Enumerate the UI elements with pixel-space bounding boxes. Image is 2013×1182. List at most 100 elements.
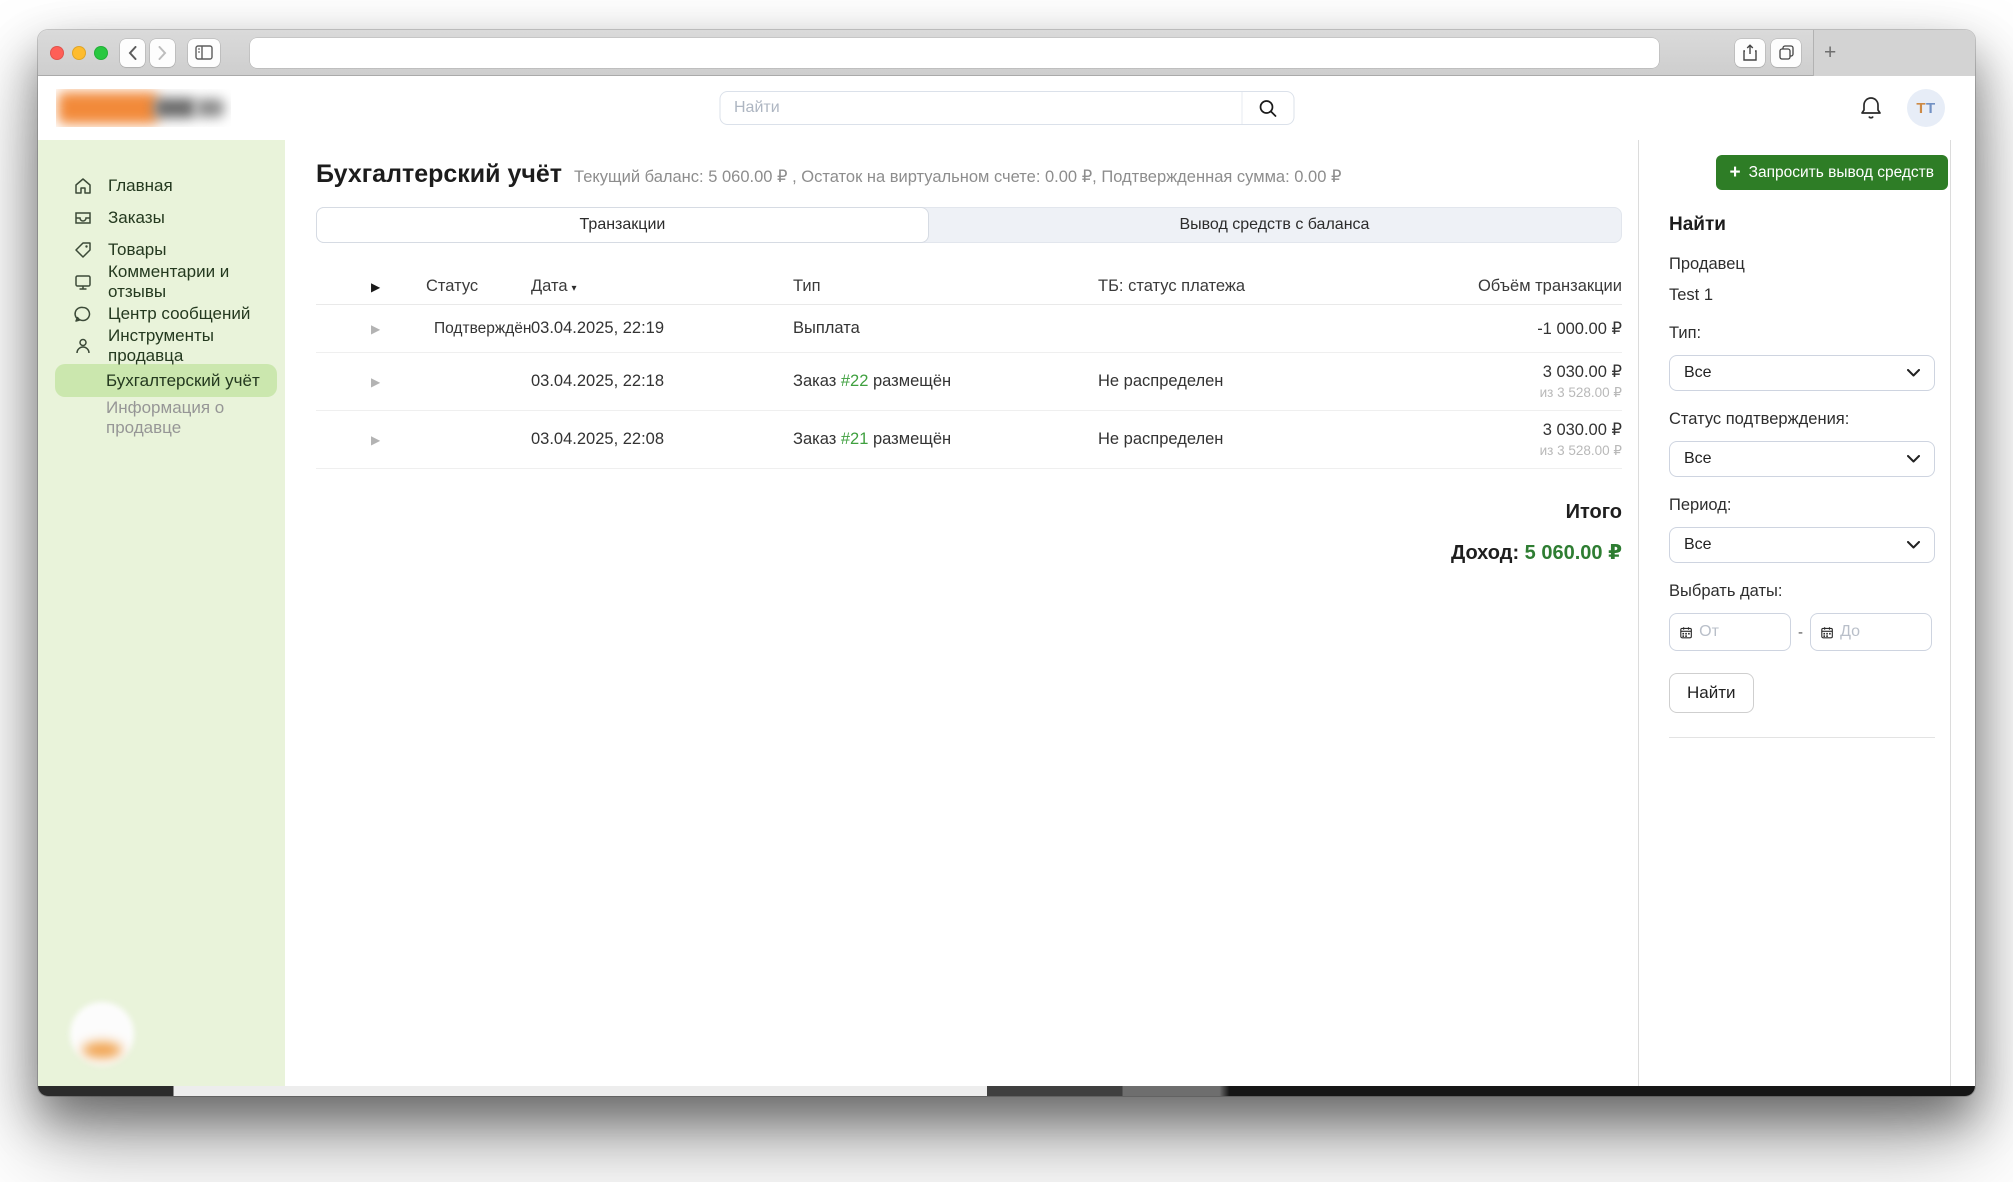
sidebar-item-label: Инструменты продавца	[108, 326, 285, 366]
tab-bar: Транзакции Вывод средств с баланса	[316, 207, 1622, 243]
seller-value: Test 1	[1669, 286, 1935, 305]
amount-subtext: из 3 528.00 ₽	[1372, 385, 1622, 401]
date-from-field[interactable]	[1669, 613, 1791, 651]
order-link[interactable]: #22	[841, 372, 869, 390]
panel-divider	[1669, 737, 1935, 738]
comments-icon	[73, 272, 93, 292]
status-label: Подтверждён	[434, 320, 531, 338]
avatar-initial-1: T	[1916, 100, 1926, 117]
row-expand-icon[interactable]: ▶	[316, 433, 426, 447]
row-expand-icon[interactable]: ▶	[316, 375, 426, 389]
site-search	[719, 91, 1294, 125]
sidebar-item-home[interactable]: Главная	[38, 170, 285, 202]
row-expand-icon[interactable]: ▶	[316, 322, 426, 336]
logo-blur-gray	[154, 98, 196, 118]
sidebar-item-comments[interactable]: Комментарии и отзывы	[38, 266, 285, 298]
header-actions: TT	[1859, 76, 1945, 140]
sidebar-item-seller-tools[interactable]: Инструменты продавца	[38, 330, 285, 362]
plus-icon: +	[1824, 42, 1836, 63]
seller-tools-icon	[73, 336, 93, 356]
new-tab-area[interactable]: +	[1813, 30, 1975, 76]
period-select[interactable]: Все	[1669, 527, 1935, 563]
site-logo[interactable]	[56, 89, 231, 127]
col-date[interactable]: Дата▾	[531, 277, 793, 296]
date-cell: 03.04.2025, 22:19	[531, 319, 793, 338]
filters-title: Найти	[1669, 214, 1935, 236]
find-button[interactable]: Найти	[1669, 673, 1754, 713]
content-area: Главная Заказы Товары Комментарии и отзы…	[38, 140, 1975, 1086]
sidebar-item-orders[interactable]: Заказы	[38, 202, 285, 234]
type-cell: Заказ #22 размещён	[793, 372, 1098, 391]
address-bar[interactable]	[250, 38, 1659, 68]
sort-desc-icon: ▾	[572, 283, 577, 294]
chevron-left-icon	[128, 46, 137, 60]
tabs-icon	[1779, 45, 1794, 60]
amount-subtext: из 3 528.00 ₽	[1372, 443, 1622, 459]
logo-blur-gray-2	[196, 99, 224, 117]
messages-icon	[73, 304, 93, 324]
date-to-field[interactable]	[1810, 613, 1932, 651]
screenshot-stage: + TT	[0, 0, 2013, 1182]
sidebar-item-label: Центр сообщений	[108, 304, 250, 324]
type-select[interactable]: Все	[1669, 355, 1935, 391]
tb-status-cell: Не распределен	[1098, 372, 1372, 391]
tab-transactions[interactable]: Транзакции	[316, 207, 929, 243]
order-link[interactable]: #21	[841, 430, 869, 448]
avatar-initial-2: T	[1926, 100, 1936, 117]
sidebar-toggle-button[interactable]	[188, 39, 220, 67]
calendar-icon	[1680, 625, 1692, 640]
zoom-window-button[interactable]	[94, 46, 108, 60]
share-button[interactable]	[1735, 39, 1765, 67]
request-withdrawal-button[interactable]: + Запросить вывод средств	[1716, 155, 1948, 190]
date-cell: 03.04.2025, 22:08	[531, 430, 793, 449]
sidebar-item-label: Главная	[108, 176, 173, 196]
main-panel: Бухгалтерский учёт Текущий баланс: 5 060…	[285, 140, 1638, 1086]
totals-block: Итого Доход: 5 060.00 ₽	[316, 501, 1622, 565]
search-button[interactable]	[1241, 92, 1293, 124]
sidebar-item-seller-info[interactable]: Информация о продавце	[38, 401, 285, 434]
minimize-window-button[interactable]	[72, 46, 86, 60]
horizontal-scrollbar[interactable]	[38, 1086, 1975, 1096]
toolbar-right-buttons	[1735, 39, 1801, 67]
close-window-button[interactable]	[50, 46, 64, 60]
confirm-status-select[interactable]: Все	[1669, 441, 1935, 477]
sidebar-item-accounting[interactable]: Бухгалтерский учёт	[55, 364, 277, 397]
col-amount: Объём транзакции	[1372, 277, 1622, 296]
avatar[interactable]: TT	[1907, 89, 1945, 127]
income-value: 5 060.00 ₽	[1525, 542, 1622, 564]
search-icon	[1258, 99, 1277, 118]
logo-blur-orange	[58, 92, 158, 124]
scrollbar-gutter[interactable]	[1950, 140, 1975, 1086]
browser-toolbar: +	[38, 30, 1975, 76]
transactions-table: ▶ Статус Дата▾ Тип ТБ: статус платежа Об…	[316, 269, 1622, 469]
browser-window: + TT	[38, 30, 1975, 1096]
page-title-row: Бухгалтерский учёт Текущий баланс: 5 060…	[316, 160, 1622, 189]
amount-cell: 3 030.00 ₽из 3 528.00 ₽	[1372, 420, 1622, 459]
forward-button[interactable]	[150, 39, 175, 67]
back-button[interactable]	[120, 39, 145, 67]
tab-overview-button[interactable]	[1771, 39, 1801, 67]
sidebar: Главная Заказы Товары Комментарии и отзы…	[38, 140, 285, 1086]
expand-all-icon[interactable]: ▶	[316, 280, 426, 294]
table-header-row: ▶ Статус Дата▾ Тип ТБ: статус платежа Об…	[316, 269, 1622, 305]
col-tb-status: ТБ: статус платежа	[1098, 277, 1372, 296]
dates-separator: -	[1798, 624, 1803, 641]
amount-cell: -1 000.00 ₽	[1372, 319, 1622, 339]
chevron-right-icon	[158, 46, 167, 60]
filters-panel: Найти Продавец Test 1 Тип: Все Статус по…	[1639, 190, 1950, 738]
date-from-input[interactable]	[1699, 623, 1780, 641]
tab-withdrawals[interactable]: Вывод средств с баланса	[928, 208, 1621, 242]
date-to-input[interactable]	[1840, 623, 1921, 641]
search-input[interactable]	[720, 99, 1241, 117]
type-cell: Заказ #21 размещён	[793, 430, 1098, 449]
products-icon	[73, 240, 93, 260]
sidebar-subitem-label: Информация о продавце	[106, 398, 285, 438]
type-label: Тип:	[1669, 324, 1935, 343]
plus-icon: +	[1730, 163, 1741, 182]
date-cell: 03.04.2025, 22:18	[531, 372, 793, 391]
table-row: ▶ Подтверждён 03.04.2025, 22:19 Выплата …	[316, 305, 1622, 353]
share-icon	[1743, 44, 1757, 61]
total-label: Итого	[316, 501, 1622, 524]
bell-icon[interactable]	[1859, 95, 1883, 121]
confirm-status-label: Статус подтверждения:	[1669, 410, 1935, 429]
